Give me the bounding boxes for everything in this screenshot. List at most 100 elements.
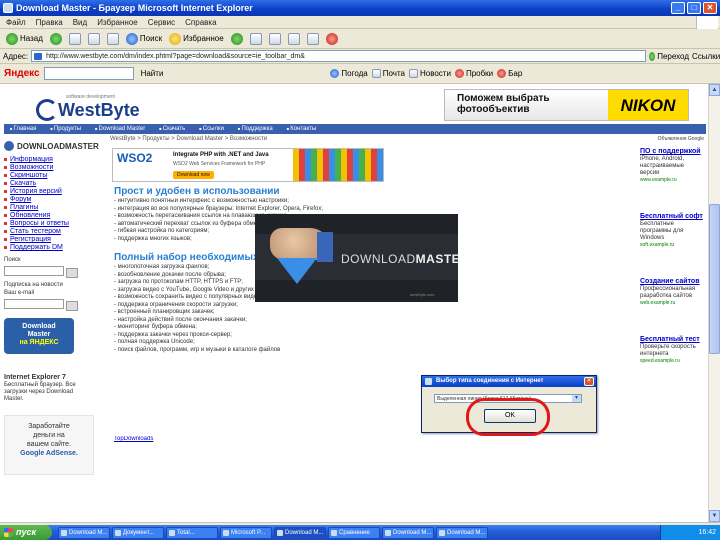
- sidebar-link[interactable]: История версий: [4, 188, 108, 196]
- right-ad[interactable]: Бесплатный софт Бесплатные программы для …: [640, 213, 704, 248]
- sidebar-link[interactable]: Скриншоты: [4, 172, 108, 180]
- breadcrumb[interactable]: WestByte > Продукты > Download Master > …: [110, 136, 630, 146]
- yandex-news-item[interactable]: Новости: [408, 69, 451, 78]
- sidebar-link[interactable]: Информация: [4, 156, 108, 164]
- maximize-button[interactable]: □: [687, 2, 701, 14]
- sidebar-link[interactable]: Поддержать DM: [4, 244, 108, 252]
- sidebar-link[interactable]: Плагины: [4, 204, 108, 212]
- mail-button[interactable]: [248, 31, 264, 47]
- right-ad[interactable]: Создание сайтов Профессиональная разработ…: [640, 278, 704, 306]
- edit-button[interactable]: [286, 31, 302, 47]
- menu-favorites[interactable]: Избранное: [97, 16, 138, 28]
- search-button[interactable]: Поиск: [124, 31, 164, 47]
- adsense-brand: Google AdSense.: [20, 450, 78, 457]
- vertical-scrollbar[interactable]: ▲ ▼: [708, 84, 720, 522]
- yandex-bar-label: Бар: [508, 69, 523, 78]
- ie7-ad[interactable]: Internet Explorer 7 Бесплатный браузер. …: [4, 374, 94, 403]
- sidebar-link[interactable]: Возможности: [4, 164, 108, 172]
- stop-button[interactable]: [67, 31, 83, 47]
- links-label[interactable]: Ссылки: [692, 52, 720, 61]
- history-button[interactable]: [229, 31, 245, 47]
- sidebar-search-button[interactable]: [65, 268, 78, 278]
- sidebar-email-button[interactable]: [65, 301, 78, 311]
- right-ad[interactable]: Бесплатный тест Проверьте скорость интерн…: [640, 336, 704, 364]
- sidebar-email-input[interactable]: [4, 299, 64, 309]
- scroll-down-arrow-icon[interactable]: ▼: [709, 510, 720, 522]
- discuss-button[interactable]: [305, 31, 321, 47]
- nav-item-contacts[interactable]: Контакты: [287, 124, 316, 134]
- minimize-button[interactable]: _: [671, 2, 685, 14]
- windows-logo-icon: [696, 16, 718, 29]
- sidebar-link[interactable]: Обновления: [4, 212, 108, 220]
- menu-tools[interactable]: Сервис: [148, 16, 175, 28]
- start-button[interactable]: пуск: [0, 525, 52, 540]
- sidebar-link[interactable]: Вопросы и ответы: [4, 220, 108, 228]
- scroll-thumb[interactable]: [709, 204, 720, 354]
- page-content: software development WestByte Поможем вы…: [0, 84, 708, 522]
- nav-item-support[interactable]: Поддержка: [238, 124, 272, 134]
- wso2-subline: WSO2 Web Services Framework for PHP: [173, 161, 266, 167]
- system-tray-clock[interactable]: 16:42: [660, 525, 720, 540]
- dm-badge-line1: Download: [22, 323, 56, 330]
- nav-item-links[interactable]: Ссылки: [199, 124, 224, 134]
- address-input[interactable]: http://www.westbyte.com/dm/index.phtml?p…: [31, 50, 646, 62]
- taskbar-task[interactable]: Документ...: [112, 526, 164, 539]
- nav-item-products[interactable]: Продукты: [50, 124, 81, 134]
- nikon-banner-ad[interactable]: Поможем выбрать фотообъектив NIKON: [444, 89, 689, 121]
- taskbar-task[interactable]: Download M...: [436, 526, 488, 539]
- yandex-logo[interactable]: Яндекс: [4, 68, 40, 79]
- yandex-toolbar: Яндекс Найти Погода Почта Новости Пробки…: [0, 64, 720, 84]
- wso2-download-button[interactable]: Download now: [173, 171, 214, 179]
- yandex-bar-item[interactable]: Бар: [497, 69, 522, 78]
- yandex-mail-item[interactable]: Почта: [371, 69, 405, 78]
- scroll-up-arrow-icon[interactable]: ▲: [709, 84, 720, 96]
- sidebar-link[interactable]: Форум: [4, 196, 108, 204]
- favorites-button[interactable]: Избранное: [167, 31, 226, 47]
- menu-help[interactable]: Справка: [185, 16, 216, 28]
- yandex-traffic-item[interactable]: Пробки: [454, 69, 493, 78]
- back-button[interactable]: Назад: [4, 31, 45, 47]
- print-button[interactable]: [267, 31, 283, 47]
- yandex-search-input[interactable]: [43, 67, 134, 80]
- yandex-find-button[interactable]: Найти: [138, 69, 167, 78]
- right-ad[interactable]: ПО с поддержкой iPhone, Android, настраив…: [640, 148, 704, 183]
- taskbar-task[interactable]: Total...: [166, 526, 218, 539]
- right-ad-title: Бесплатный софт: [640, 213, 703, 220]
- pencils-image: [293, 149, 383, 181]
- sidebar-search-input[interactable]: [4, 266, 64, 276]
- sidebar-link[interactable]: Регистрация: [4, 236, 108, 244]
- taskbar-task[interactable]: Download M...: [382, 526, 434, 539]
- taskbar-task[interactable]: Сравнение: [328, 526, 380, 539]
- yandex-weather-item[interactable]: Погода: [330, 69, 368, 78]
- taskbar-task[interactable]: Download M...: [274, 526, 326, 539]
- taskbar-tasks: Download M... Документ... Total... Micro…: [52, 526, 488, 539]
- home-button[interactable]: [105, 31, 121, 47]
- messenger-button[interactable]: [324, 31, 340, 47]
- dm-yandex-badge[interactable]: Download Master на ЯНДЕКС: [4, 318, 74, 354]
- search-icon: [125, 32, 138, 45]
- westbyte-logo[interactable]: software development WestByte: [18, 90, 178, 121]
- adsense-box[interactable]: Заработайте деньги на вашем сайте. Googl…: [4, 415, 94, 475]
- top-downloads-link[interactable]: TopDownloads: [114, 436, 153, 442]
- go-button[interactable]: Переход: [649, 50, 689, 62]
- taskbar-task[interactable]: Microsoft P...: [220, 526, 272, 539]
- nav-item-dm[interactable]: Download Master: [95, 124, 146, 134]
- menu-view[interactable]: Вид: [73, 16, 87, 28]
- sidebar-link[interactable]: Стать тестером: [4, 228, 108, 236]
- sidebar-link[interactable]: Скачать: [4, 180, 108, 188]
- refresh-icon: [87, 32, 100, 45]
- close-button[interactable]: ✕: [703, 2, 717, 14]
- dialog-close-button[interactable]: ✕: [584, 377, 594, 386]
- taskbar-task[interactable]: Download M...: [58, 526, 110, 539]
- menu-edit[interactable]: Правка: [36, 16, 63, 28]
- splash-brand-a: DOWNLOAD: [341, 252, 416, 266]
- messenger-icon: [325, 32, 338, 45]
- nav-item-download[interactable]: Скачать: [159, 124, 186, 134]
- right-ad-url: soft.example.ru: [640, 242, 675, 248]
- wso2-banner-ad[interactable]: WSO2 Integrate PHP with .NET and Java WS…: [112, 148, 384, 182]
- westbyte-logo-icon: [36, 99, 58, 121]
- nav-item-home[interactable]: Главная: [10, 124, 37, 134]
- menu-file[interactable]: Файл: [6, 16, 26, 28]
- forward-button[interactable]: [48, 31, 64, 47]
- refresh-button[interactable]: [86, 31, 102, 47]
